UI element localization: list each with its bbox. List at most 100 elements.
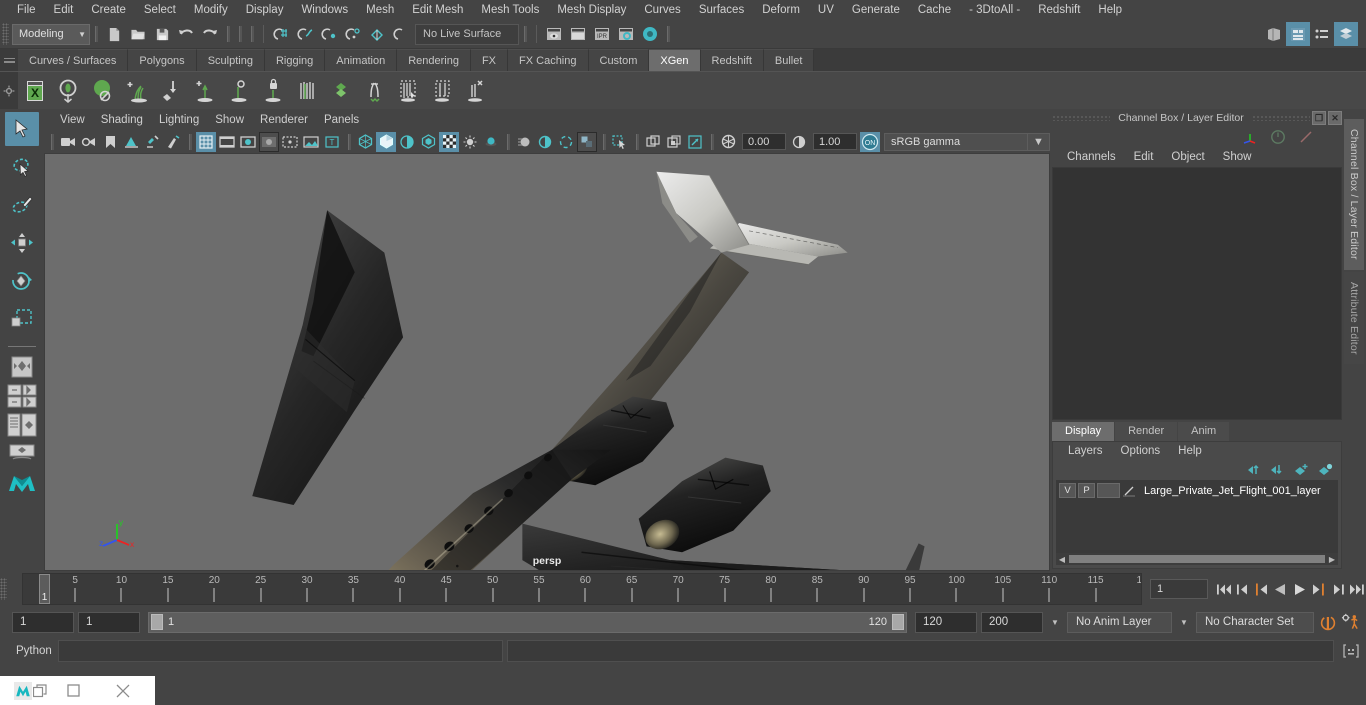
scale-tool[interactable] [5,302,39,336]
color-management-chevron-down-icon[interactable]: ▼ [1028,132,1050,151]
text-overlay-icon[interactable]: T [322,132,342,152]
step-back-key-icon[interactable] [1252,578,1271,600]
script-editor-icon[interactable] [1338,643,1364,659]
viewport-menu-panels[interactable]: Panels [316,112,367,128]
xgen-add-guide-icon[interactable] [120,74,154,108]
step-forward-key-icon[interactable] [1309,578,1328,600]
smooth-shade-icon[interactable] [376,131,396,152]
show-node-editor-icon[interactable] [1286,22,1310,46]
layer-display-type-toggle[interactable] [1097,483,1120,498]
menu-item-edit-mesh[interactable]: Edit Mesh [403,1,472,20]
vtab-channel-box-layer-editor[interactable]: Channel Box / Layer Editor [1344,119,1364,270]
channel-menu-object[interactable]: Object [1162,150,1213,164]
menu-item-mesh-display[interactable]: Mesh Display [548,1,635,20]
color-management-toggle[interactable]: ON [860,131,880,152]
exposure-value-field[interactable]: 0.00 [742,133,786,150]
shelf-tab-xgen[interactable]: XGen [649,49,701,71]
viewport-menu-show[interactable]: Show [207,112,252,128]
xgen-collection-icon[interactable] [86,74,120,108]
xgen-noise-icon[interactable] [324,74,358,108]
layer-row[interactable]: V P Large_Private_Jet_Flight_001_layer [1058,482,1336,499]
channel-box-slash-icon[interactable] [1298,130,1314,144]
shelf-drag-handle[interactable] [0,49,18,71]
menu-item-generate[interactable]: Generate [843,1,909,20]
character-set-chevron-down-icon[interactable]: ▼ [1176,618,1192,627]
menu-item-display[interactable]: Display [237,1,293,20]
shelf-tab-redshift[interactable]: Redshift [700,49,764,71]
move-layer-down-icon[interactable] [1270,463,1285,476]
menu-item-select[interactable]: Select [135,1,185,20]
no-effect-icon[interactable] [556,132,576,152]
xgen-part-icon[interactable] [392,74,426,108]
viewport-3d[interactable]: y z x persp [44,153,1050,571]
image-thumbnail-icon[interactable] [301,132,321,152]
menu-item-surfaces[interactable]: Surfaces [690,1,753,20]
menu-item-windows[interactable]: Windows [292,1,357,20]
scroll-thumb[interactable] [1069,555,1325,563]
anim-layer-chevron-down-icon[interactable]: ▼ [1047,618,1063,627]
channel-box-axis-icon[interactable] [1242,130,1258,144]
layer-visibility-toggle[interactable]: V [1059,483,1076,498]
tear-off-copy-icon[interactable] [664,132,684,152]
camera-bookmark-icon[interactable] [79,132,99,152]
two-d-pan-zoom-icon[interactable] [121,132,141,152]
show-channel-box-icon[interactable] [1334,22,1358,46]
auto-keyframe-icon[interactable] [1318,611,1337,633]
exposure-icon[interactable] [718,132,738,152]
move-layer-up-icon[interactable] [1247,463,1262,476]
menu-item-mesh[interactable]: Mesh [357,1,403,20]
snap-to-curve-icon[interactable] [293,22,317,46]
maximize-window-icon[interactable] [47,684,99,697]
vtab-attribute-editor[interactable]: Attribute Editor [1344,271,1364,365]
rotate-tool[interactable] [5,264,39,298]
screenshot-icon[interactable] [685,132,705,152]
animation-start-field[interactable]: 1 [12,611,74,633]
menu-item-file[interactable]: File [8,1,45,20]
scroll-right-icon[interactable]: ▶ [1326,555,1338,564]
xgen-delete-icon[interactable] [460,74,494,108]
show-outliner-icon[interactable] [1262,22,1286,46]
grease-pencil-icon[interactable] [142,132,162,152]
viewport-menu-lighting[interactable]: Lighting [151,112,207,128]
open-scene-icon[interactable] [126,22,150,46]
menu-item-help[interactable]: Help [1089,1,1131,20]
shelf-tab-curves-surfaces[interactable]: Curves / Surfaces [18,49,129,71]
layer-tab-anim[interactable]: Anim [1178,422,1230,441]
gamma-value-field[interactable]: 1.00 [813,133,857,150]
close-window-icon[interactable] [99,684,147,698]
channel-box-speedometer-icon[interactable] [1270,129,1286,145]
create-layer-from-selected-icon[interactable] [1317,463,1333,476]
scroll-left-icon[interactable]: ◀ [1056,555,1068,564]
character-set-select[interactable]: No Character Set [1196,611,1314,633]
snap-to-grid-icon[interactable] [269,22,293,46]
panel-drag-handle-left[interactable] [1052,115,1111,121]
paint-select-tool[interactable] [5,188,39,222]
xgen-editor-icon[interactable]: X [18,74,52,108]
gate-mask-icon[interactable] [259,131,279,152]
menu-item-redshift[interactable]: Redshift [1029,1,1089,20]
gamma-icon[interactable] [789,132,809,152]
show-attribute-editor-icon[interactable] [1310,22,1334,46]
save-scene-icon[interactable] [150,22,174,46]
select-tool[interactable] [5,112,39,146]
redo-icon[interactable] [198,22,222,46]
shelf-tab-rendering[interactable]: Rendering [397,49,471,71]
textured-icon[interactable] [418,132,438,152]
snap-to-point-icon[interactable] [317,22,341,46]
menu-item-deform[interactable]: Deform [753,1,809,20]
four-pane-layout-icon[interactable] [7,383,37,409]
command-language-label[interactable]: Python [12,645,54,657]
resolution-gate-icon[interactable] [238,132,258,152]
menu-item-curves[interactable]: Curves [635,1,689,20]
isolate-select-icon[interactable] [577,131,597,152]
viewport-menu-shading[interactable]: Shading [93,112,151,128]
layer-color-swatch-icon[interactable] [1122,484,1136,498]
snap-to-view-plane-icon[interactable] [365,22,389,46]
layer-list[interactable]: V P Large_Private_Jet_Flight_001_layer [1056,480,1338,553]
viewport-menu-renderer[interactable]: Renderer [252,112,316,128]
grid-toggle-icon[interactable] [196,131,216,152]
hypershade-layout-icon[interactable] [7,441,37,467]
menu-item-create[interactable]: Create [82,1,135,20]
persp-outliner-layout-icon[interactable] [7,412,37,438]
shadows-icon[interactable] [460,132,480,152]
